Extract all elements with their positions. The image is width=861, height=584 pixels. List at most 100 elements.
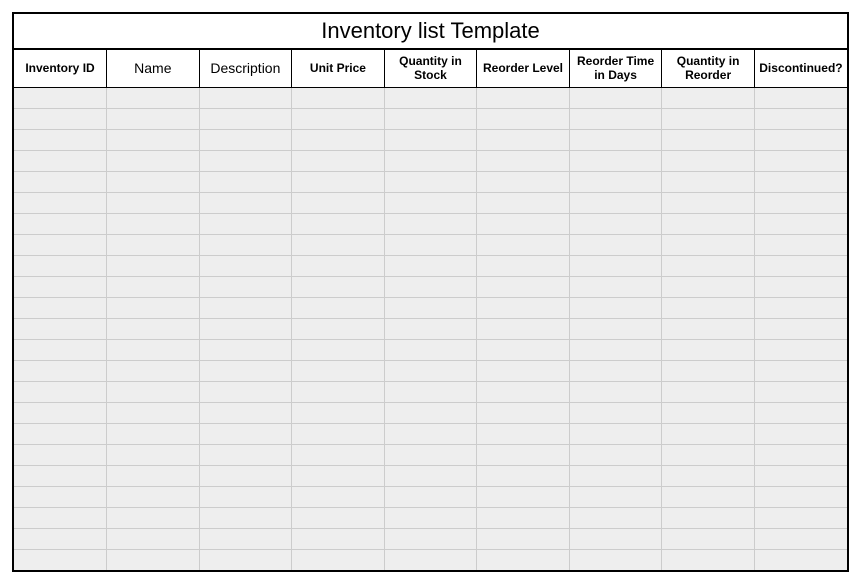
table-cell[interactable] bbox=[662, 402, 755, 423]
table-cell[interactable] bbox=[384, 150, 477, 171]
table-cell[interactable] bbox=[199, 171, 292, 192]
table-cell[interactable] bbox=[569, 381, 662, 402]
table-cell[interactable] bbox=[384, 381, 477, 402]
table-cell[interactable] bbox=[14, 318, 107, 339]
table-cell[interactable] bbox=[754, 423, 847, 444]
table-cell[interactable] bbox=[569, 528, 662, 549]
table-cell[interactable] bbox=[199, 465, 292, 486]
table-cell[interactable] bbox=[292, 318, 385, 339]
table-cell[interactable] bbox=[569, 486, 662, 507]
table-cell[interactable] bbox=[14, 507, 107, 528]
table-cell[interactable] bbox=[107, 444, 200, 465]
table-cell[interactable] bbox=[477, 297, 570, 318]
table-cell[interactable] bbox=[754, 339, 847, 360]
table-cell[interactable] bbox=[754, 192, 847, 213]
table-cell[interactable] bbox=[107, 423, 200, 444]
table-cell[interactable] bbox=[754, 297, 847, 318]
table-cell[interactable] bbox=[14, 339, 107, 360]
table-cell[interactable] bbox=[292, 276, 385, 297]
table-cell[interactable] bbox=[569, 444, 662, 465]
table-cell[interactable] bbox=[384, 402, 477, 423]
table-cell[interactable] bbox=[107, 381, 200, 402]
table-cell[interactable] bbox=[292, 444, 385, 465]
table-cell[interactable] bbox=[107, 360, 200, 381]
table-cell[interactable] bbox=[107, 192, 200, 213]
table-cell[interactable] bbox=[662, 171, 755, 192]
table-cell[interactable] bbox=[384, 87, 477, 108]
table-cell[interactable] bbox=[477, 339, 570, 360]
table-cell[interactable] bbox=[754, 150, 847, 171]
table-cell[interactable] bbox=[107, 465, 200, 486]
table-cell[interactable] bbox=[662, 129, 755, 150]
table-cell[interactable] bbox=[199, 381, 292, 402]
table-cell[interactable] bbox=[477, 129, 570, 150]
table-cell[interactable] bbox=[384, 213, 477, 234]
table-cell[interactable] bbox=[662, 255, 755, 276]
table-cell[interactable] bbox=[14, 171, 107, 192]
table-cell[interactable] bbox=[477, 108, 570, 129]
table-cell[interactable] bbox=[754, 255, 847, 276]
table-cell[interactable] bbox=[477, 486, 570, 507]
table-cell[interactable] bbox=[107, 528, 200, 549]
table-cell[interactable] bbox=[14, 213, 107, 234]
table-cell[interactable] bbox=[107, 255, 200, 276]
table-cell[interactable] bbox=[569, 171, 662, 192]
table-cell[interactable] bbox=[754, 486, 847, 507]
table-cell[interactable] bbox=[569, 255, 662, 276]
table-cell[interactable] bbox=[477, 150, 570, 171]
table-cell[interactable] bbox=[292, 108, 385, 129]
table-cell[interactable] bbox=[662, 297, 755, 318]
table-cell[interactable] bbox=[14, 528, 107, 549]
table-cell[interactable] bbox=[384, 129, 477, 150]
table-cell[interactable] bbox=[662, 549, 755, 570]
table-cell[interactable] bbox=[14, 360, 107, 381]
table-cell[interactable] bbox=[292, 255, 385, 276]
table-cell[interactable] bbox=[199, 297, 292, 318]
table-cell[interactable] bbox=[199, 129, 292, 150]
table-cell[interactable] bbox=[199, 528, 292, 549]
table-cell[interactable] bbox=[754, 108, 847, 129]
table-cell[interactable] bbox=[292, 129, 385, 150]
table-cell[interactable] bbox=[14, 192, 107, 213]
table-cell[interactable] bbox=[477, 360, 570, 381]
table-cell[interactable] bbox=[14, 255, 107, 276]
table-cell[interactable] bbox=[477, 507, 570, 528]
table-cell[interactable] bbox=[14, 444, 107, 465]
table-cell[interactable] bbox=[384, 549, 477, 570]
table-cell[interactable] bbox=[477, 549, 570, 570]
table-cell[interactable] bbox=[477, 192, 570, 213]
table-cell[interactable] bbox=[569, 465, 662, 486]
table-cell[interactable] bbox=[199, 423, 292, 444]
table-cell[interactable] bbox=[569, 87, 662, 108]
table-cell[interactable] bbox=[107, 150, 200, 171]
table-cell[interactable] bbox=[477, 402, 570, 423]
table-cell[interactable] bbox=[662, 528, 755, 549]
table-cell[interactable] bbox=[662, 444, 755, 465]
table-cell[interactable] bbox=[569, 213, 662, 234]
table-cell[interactable] bbox=[292, 234, 385, 255]
table-cell[interactable] bbox=[477, 465, 570, 486]
table-cell[interactable] bbox=[292, 150, 385, 171]
table-cell[interactable] bbox=[199, 402, 292, 423]
table-cell[interactable] bbox=[754, 87, 847, 108]
table-cell[interactable] bbox=[569, 318, 662, 339]
table-cell[interactable] bbox=[662, 507, 755, 528]
table-cell[interactable] bbox=[384, 276, 477, 297]
table-cell[interactable] bbox=[569, 297, 662, 318]
table-cell[interactable] bbox=[754, 360, 847, 381]
table-cell[interactable] bbox=[662, 87, 755, 108]
table-cell[interactable] bbox=[199, 192, 292, 213]
table-cell[interactable] bbox=[754, 381, 847, 402]
table-cell[interactable] bbox=[14, 549, 107, 570]
table-cell[interactable] bbox=[14, 486, 107, 507]
table-cell[interactable] bbox=[199, 444, 292, 465]
table-cell[interactable] bbox=[199, 108, 292, 129]
table-cell[interactable] bbox=[754, 549, 847, 570]
table-cell[interactable] bbox=[292, 87, 385, 108]
table-cell[interactable] bbox=[107, 87, 200, 108]
table-cell[interactable] bbox=[199, 276, 292, 297]
table-cell[interactable] bbox=[754, 444, 847, 465]
table-cell[interactable] bbox=[384, 507, 477, 528]
table-cell[interactable] bbox=[569, 507, 662, 528]
table-cell[interactable] bbox=[107, 276, 200, 297]
